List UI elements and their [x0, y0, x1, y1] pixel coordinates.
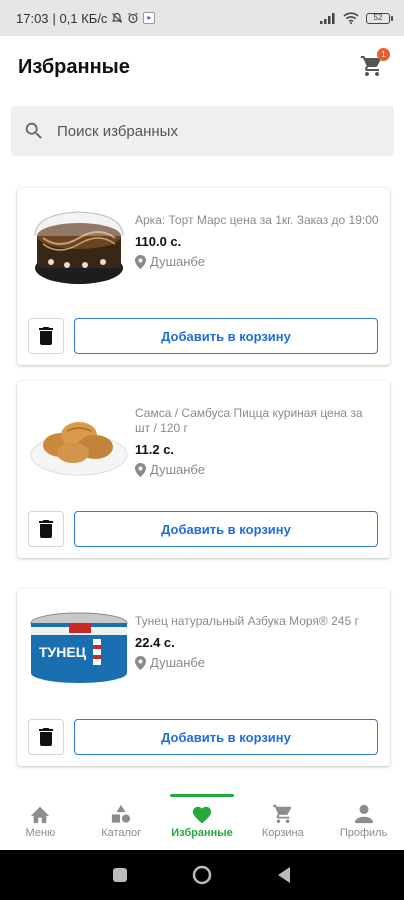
- status-time: 17:03: [16, 10, 49, 26]
- trash-icon: [39, 520, 53, 538]
- nav-label-menu: Меню: [25, 827, 56, 839]
- nav-item-profile[interactable]: Профиль: [323, 792, 404, 850]
- person-icon: [354, 804, 373, 824]
- product-location: Душанбе: [135, 655, 379, 670]
- signal-icon: [320, 12, 335, 24]
- home-button-icon[interactable]: [192, 865, 212, 885]
- recents-icon[interactable]: [112, 867, 128, 883]
- status-bar: 17:03 | 0,1 КБ/с ▸ 52: [0, 0, 404, 36]
- add-to-cart-button[interactable]: Добавить в корзину: [74, 318, 378, 354]
- app-header: Избранные 1: [0, 36, 404, 98]
- alarm-icon: [128, 12, 139, 24]
- system-nav-bar: [0, 850, 404, 900]
- product-price: 11.2 с.: [135, 442, 175, 457]
- bottom-nav: Меню Каталог Избранные Корзина Профиль: [0, 792, 404, 850]
- search-input[interactable]: Поиск избранных: [11, 106, 394, 156]
- product-location: Душанбе: [135, 462, 379, 477]
- product-name: Тунец натуральный Азбука Моря® 245 г: [135, 614, 359, 628]
- home-icon: [31, 806, 50, 824]
- notifications-off-icon: [112, 12, 123, 23]
- heart-icon: [192, 806, 212, 824]
- active-tab-indicator: [169, 794, 235, 797]
- product-card[interactable]: ТУНЕЦ Тунец натуральный Азбука Моря® 245…: [17, 589, 390, 766]
- product-location-label: Душанбе: [150, 462, 205, 477]
- catalog-icon: [112, 804, 131, 823]
- search-icon: [25, 122, 42, 139]
- product-price: 22.4 с.: [135, 635, 175, 650]
- product-location-label: Душанбе: [150, 655, 205, 670]
- location-pin-icon: [135, 655, 146, 670]
- add-to-cart-button[interactable]: Добавить в корзину: [74, 719, 378, 755]
- cart-count-badge: 1: [377, 48, 390, 61]
- trash-icon: [39, 728, 53, 746]
- product-name: Арка: Торт Марс цена за 1кг. Заказ до 19…: [135, 213, 379, 227]
- product-image-tuna-can: ТУНЕЦ: [30, 612, 128, 683]
- app-notification-icon: ▸: [143, 12, 156, 24]
- nav-item-catalog[interactable]: Каталог: [81, 792, 162, 850]
- add-to-cart-button[interactable]: Добавить в корзину: [74, 511, 378, 547]
- product-image-cake: [34, 211, 124, 284]
- product-price: 110.0 с.: [135, 234, 182, 249]
- delete-button[interactable]: [28, 318, 64, 354]
- favorites-list[interactable]: Арка: Торт Марс цена за 1кг. Заказ до 19…: [0, 180, 404, 790]
- battery-icon: 52: [366, 12, 393, 24]
- header-cart-button[interactable]: 1: [360, 48, 390, 80]
- nav-label-cart: Корзина: [261, 827, 304, 839]
- location-pin-icon: [135, 254, 146, 269]
- nav-label-favorites: Избранные: [171, 827, 233, 839]
- product-card[interactable]: Арка: Торт Марс цена за 1кг. Заказ до 19…: [17, 188, 390, 365]
- delete-button[interactable]: [28, 511, 64, 547]
- nav-label-profile: Профиль: [339, 827, 388, 839]
- nav-item-favorites[interactable]: Избранные: [162, 792, 243, 850]
- location-pin-icon: [135, 462, 146, 477]
- search-placeholder: Поиск избранных: [57, 122, 178, 140]
- tuna-can-label: ТУНЕЦ: [39, 644, 87, 660]
- status-network-speed: | 0,1 КБ/с: [52, 10, 108, 26]
- nav-item-menu[interactable]: Меню: [0, 792, 81, 850]
- nav-label-catalog: Каталог: [101, 827, 142, 839]
- delete-button[interactable]: [28, 719, 64, 755]
- back-icon[interactable]: [276, 866, 292, 884]
- cart-icon: [272, 804, 291, 824]
- nav-item-cart[interactable]: Корзина: [242, 792, 323, 850]
- wifi-icon: [343, 12, 359, 24]
- page-title: Избранные: [18, 55, 130, 78]
- trash-icon: [39, 327, 53, 345]
- product-image-samsa: [30, 422, 128, 476]
- product-location-label: Душанбе: [150, 254, 205, 269]
- product-location: Душанбе: [135, 254, 379, 269]
- product-card[interactable]: Самса / Самбуса Пицца куриная цена за шт…: [17, 381, 390, 558]
- product-name: Самса / Самбуса Пицца куриная цена за шт…: [135, 406, 363, 435]
